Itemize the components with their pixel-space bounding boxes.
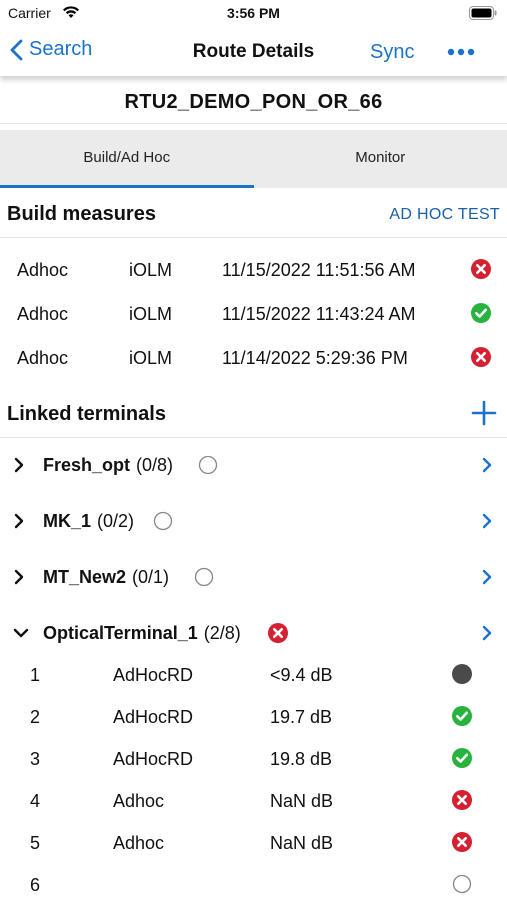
- fiber-type: Adhoc: [113, 833, 165, 853]
- measure-type: Adhoc: [17, 348, 69, 368]
- fiber-type: AdHocRD: [113, 707, 194, 727]
- terminal-name: Fresh_opt: [43, 455, 131, 475]
- measure-row[interactable]: Adhoc iOLM 11/15/2022 11:43:24 AM: [0, 292, 507, 336]
- fiber-row[interactable]: 2 AdHocRD 19.7 dB: [0, 696, 507, 738]
- chevron-right-icon[interactable]: [13, 569, 25, 590]
- linked-terminals-header: Linked terminals: [0, 392, 507, 438]
- add-terminal-button[interactable]: [471, 400, 497, 431]
- measure-row[interactable]: Adhoc iOLM 11/15/2022 11:51:56 AM: [0, 248, 507, 292]
- fiber-row[interactable]: 3 AdHocRD 19.8 dB: [0, 738, 507, 780]
- terminal-row[interactable]: MK_1 (0/2): [0, 494, 507, 550]
- fiber-value: 19.8 dB: [270, 749, 333, 769]
- fiber-row[interactable]: 6: [0, 864, 507, 900]
- fiber-number: 2: [30, 707, 41, 727]
- build-measures-title: Build measures: [7, 203, 156, 225]
- measure-type: Adhoc: [17, 304, 69, 324]
- terminal-count: (0/1): [132, 567, 170, 587]
- terminal-name: MT_New2: [43, 567, 127, 587]
- fiber-row[interactable]: 1 AdHocRD <9.4 dB: [0, 654, 507, 696]
- route-name: RTU2_DEMO_PON_OR_66: [0, 80, 507, 124]
- chevron-left-icon: [10, 39, 23, 60]
- terminal-row[interactable]: MT_New2 (0/1): [0, 550, 507, 606]
- terminal-count: (2/8): [203, 623, 241, 643]
- more-options-button[interactable]: [446, 42, 476, 67]
- empty-status-icon: [153, 511, 173, 536]
- battery-icon: [469, 6, 497, 25]
- fail-icon: [452, 832, 472, 857]
- measure-date: 11/15/2022 11:51:56 AM: [222, 260, 416, 280]
- fiber-number: 4: [30, 791, 41, 811]
- measure-date: 11/15/2022 11:43:24 AM: [222, 304, 416, 324]
- empty-status-icon: [452, 874, 472, 899]
- unknown-status-icon: [452, 664, 472, 689]
- chevron-right-icon[interactable]: [481, 625, 493, 646]
- fiber-type: Adhoc: [113, 791, 165, 811]
- measure-date: 11/14/2022 5:29:36 PM: [222, 348, 408, 368]
- tab-monitor[interactable]: Monitor: [254, 130, 507, 188]
- tab-build-adhoc[interactable]: Build/Ad Hoc: [0, 130, 254, 188]
- measure-type: Adhoc: [17, 260, 69, 280]
- measure-tool: iOLM: [129, 260, 173, 280]
- terminal-name: MK_1: [43, 511, 92, 531]
- fail-icon: [452, 790, 472, 815]
- terminal-count: (0/8): [136, 455, 174, 475]
- terminal-name: OpticalTerminal_1: [43, 623, 198, 643]
- plus-icon: [471, 400, 497, 426]
- back-button-label: Search: [29, 38, 93, 60]
- chevron-right-icon[interactable]: [481, 513, 493, 534]
- fiber-number: 5: [30, 833, 41, 853]
- empty-status-icon: [194, 567, 214, 592]
- chevron-right-icon[interactable]: [13, 457, 25, 478]
- back-button[interactable]: Search: [10, 38, 92, 61]
- fiber-row[interactable]: 4 Adhoc NaN dB: [0, 780, 507, 822]
- chevron-right-icon[interactable]: [13, 513, 25, 534]
- fiber-type: AdHocRD: [113, 749, 194, 769]
- chevron-right-icon[interactable]: [481, 569, 493, 590]
- ad-hoc-test-button[interactable]: AD HOC TEST: [389, 206, 500, 224]
- fail-icon: [471, 347, 491, 372]
- measure-row[interactable]: Adhoc iOLM 11/14/2022 5:29:36 PM: [0, 336, 507, 380]
- chevron-down-icon[interactable]: [13, 625, 29, 646]
- fiber-type: AdHocRD: [113, 665, 194, 685]
- fiber-row[interactable]: 5 Adhoc NaN dB: [0, 822, 507, 864]
- fail-icon: [268, 623, 288, 648]
- status-bar: Carrier 3:56 PM: [0, 0, 507, 28]
- linked-terminals-title: Linked terminals: [7, 403, 166, 425]
- build-measures-header: Build measures AD HOC TEST: [0, 192, 507, 238]
- fiber-number: 3: [30, 749, 41, 769]
- pass-icon: [452, 706, 472, 731]
- empty-status-icon: [198, 455, 218, 480]
- pass-icon: [452, 748, 472, 773]
- measure-tool: iOLM: [129, 304, 173, 324]
- fiber-value: NaN dB: [270, 791, 334, 811]
- tab-bar: Build/Ad Hoc Monitor: [0, 130, 507, 188]
- fiber-value: <9.4 dB: [270, 665, 333, 685]
- fiber-number: 6: [30, 875, 41, 895]
- measure-tool: iOLM: [129, 348, 173, 368]
- chevron-right-icon[interactable]: [481, 457, 493, 478]
- sync-button[interactable]: Sync: [370, 41, 414, 64]
- fail-icon: [471, 259, 491, 284]
- clock: 3:56 PM: [227, 5, 280, 21]
- ellipsis-icon: [447, 48, 475, 56]
- terminal-row[interactable]: Fresh_opt (0/8): [0, 438, 507, 494]
- nav-bar: Search Route Details Sync: [0, 28, 507, 76]
- fiber-number: 1: [30, 665, 41, 685]
- fiber-value: NaN dB: [270, 833, 334, 853]
- terminal-count: (0/2): [97, 511, 135, 531]
- fiber-value: 19.7 dB: [270, 707, 333, 727]
- pass-icon: [471, 303, 491, 328]
